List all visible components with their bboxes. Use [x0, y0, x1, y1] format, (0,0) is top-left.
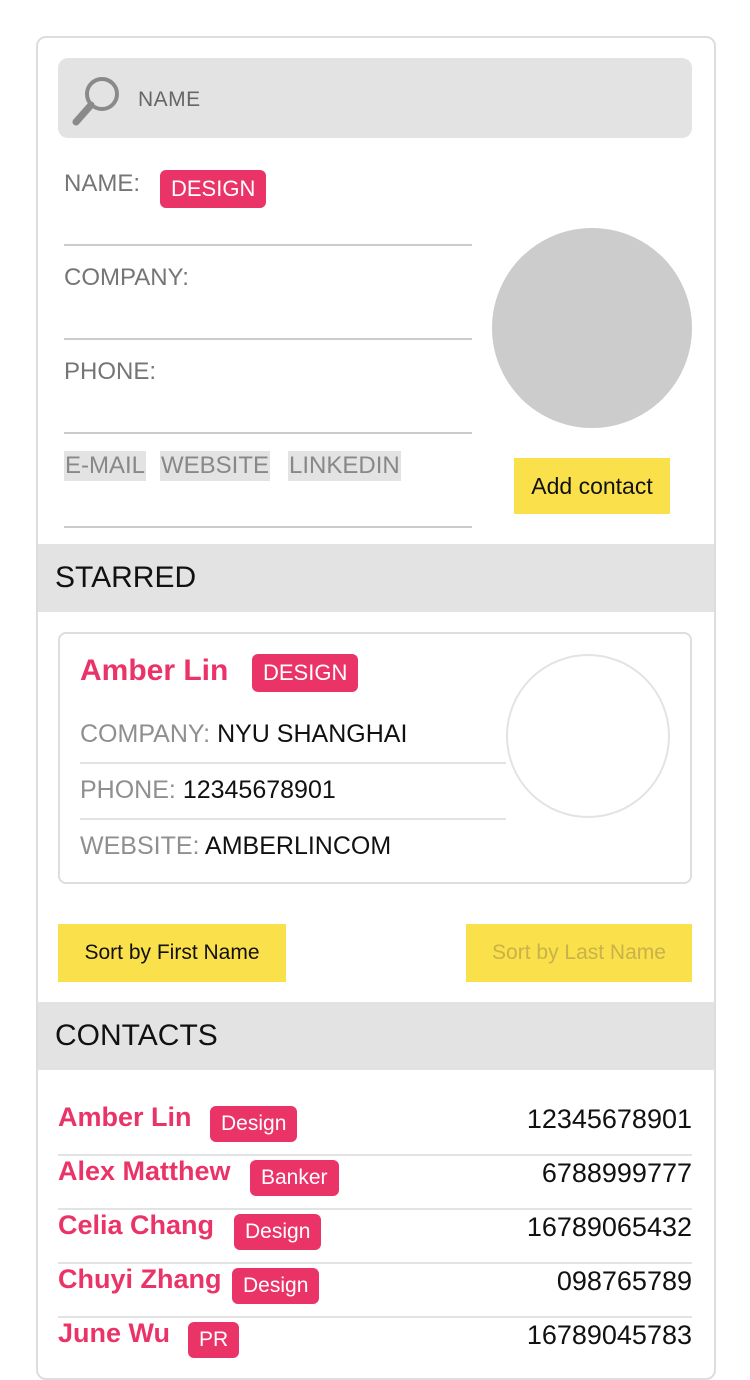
linkedin-chip[interactable]: LINKEDIN	[288, 451, 401, 481]
name-field-label: NAME:	[64, 170, 141, 197]
contact-name[interactable]: Celia Chang	[58, 1210, 214, 1241]
phone-field-label: PHONE:	[64, 358, 157, 385]
form-category-tag[interactable]: DESIGN	[160, 170, 267, 208]
phone-key: PHONE:	[80, 776, 176, 804]
starred-contact-name[interactable]: Amber Lin	[80, 654, 228, 688]
sort-last-name-button[interactable]: Sort by Last Name	[466, 924, 692, 982]
company-key: COMPANY:	[80, 720, 211, 748]
search-bar[interactable]: NAME	[58, 58, 692, 138]
phone-field[interactable]	[64, 432, 472, 434]
company-value: NYU SHANGHAI	[217, 720, 408, 748]
phone-value: 12345678901	[182, 776, 336, 804]
contact-phone: 12345678901	[526, 1104, 692, 1134]
starred-phone-row: PHONE: 12345678901	[80, 776, 336, 805]
website-key: WEBSITE:	[80, 832, 200, 860]
contact-tag: PR	[188, 1322, 240, 1358]
contact-row[interactable]: Chuyi Zhang Design 098765789	[58, 1264, 692, 1318]
starred-contact-card[interactable]: Amber Lin DESIGN COMPANY: NYU SHANGHAI P…	[58, 632, 692, 884]
starred-company-row: COMPANY: NYU SHANGHAI	[80, 720, 407, 749]
contact-tag: Design	[210, 1106, 298, 1142]
avatar-placeholder[interactable]	[492, 228, 692, 428]
company-field[interactable]	[64, 338, 472, 340]
starred-header: STARRED	[38, 544, 714, 612]
contact-phone: 098765789	[556, 1266, 692, 1296]
link-field[interactable]	[64, 526, 472, 528]
starred-contact-avatar	[506, 654, 670, 818]
starred-contact-tag: DESIGN	[252, 654, 359, 692]
contact-tag: Banker	[250, 1160, 339, 1196]
contact-tag: Design	[234, 1214, 322, 1250]
add-contact-button[interactable]: Add contact	[514, 458, 670, 514]
contact-name[interactable]: Alex Matthew	[58, 1156, 231, 1187]
contact-name[interactable]: Amber Lin	[58, 1102, 192, 1133]
sort-first-name-button[interactable]: Sort by First Name	[58, 924, 286, 982]
contact-row[interactable]: June Wu PR 16789045783	[58, 1318, 692, 1372]
contact-phone: 16789045783	[526, 1320, 692, 1350]
contact-row[interactable]: Celia Chang Design 16789065432	[58, 1210, 692, 1264]
contact-phone: 16789065432	[526, 1212, 692, 1242]
divider	[80, 818, 506, 820]
company-field-label: COMPANY:	[64, 264, 189, 291]
divider	[80, 762, 506, 764]
website-chip[interactable]: WEBSITE	[160, 451, 271, 481]
name-field[interactable]	[64, 244, 472, 246]
contact-phone: 6788999777	[541, 1158, 692, 1188]
contact-app-card: NAME NAME: DESIGN COMPANY: PHONE: E-MAIL…	[36, 36, 716, 1380]
contact-tag: Design	[232, 1268, 320, 1304]
contacts-header: CONTACTS	[38, 1002, 714, 1070]
contact-row[interactable]: Amber Lin Design 12345678901	[58, 1102, 692, 1156]
contact-name[interactable]: Chuyi Zhang	[58, 1264, 222, 1295]
contact-row[interactable]: Alex Matthew Banker 6788999777	[58, 1156, 692, 1210]
email-chip[interactable]: E-MAIL	[64, 451, 147, 481]
starred-website-row: WEBSITE: AMBERLINCOM	[80, 832, 391, 861]
website-value: AMBERLINCOM	[205, 832, 392, 860]
search-input[interactable]: NAME	[138, 88, 201, 112]
search-icon	[72, 77, 119, 126]
